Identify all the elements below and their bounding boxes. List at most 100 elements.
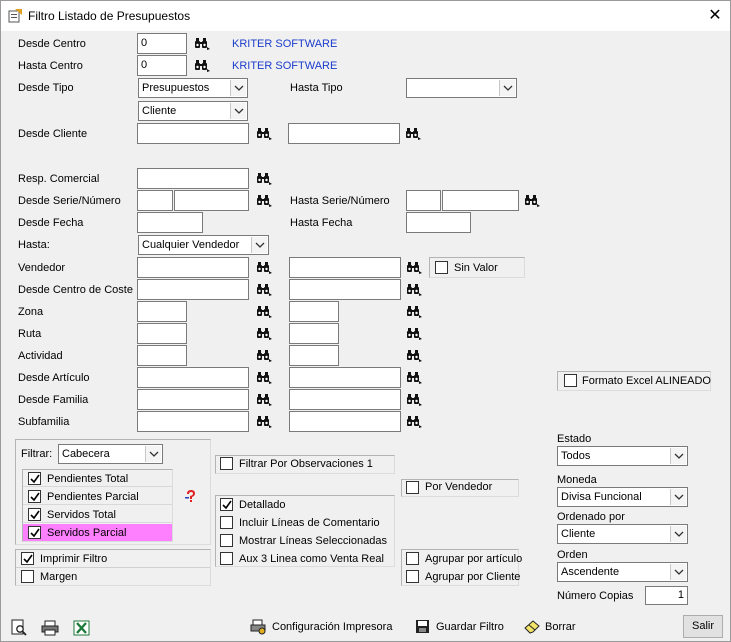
search-desde-subfamilia-icon[interactable] [256, 416, 272, 428]
pendientes-total-checkbox[interactable] [28, 472, 41, 485]
moneda-select[interactable]: Divisa Funcional [557, 487, 688, 507]
desde-fecha-input[interactable] [137, 212, 203, 233]
printer-icon[interactable] [41, 620, 59, 636]
search-desde-vendedor-icon[interactable] [256, 262, 272, 274]
hasta-tipo-label: Hasta Tipo [290, 82, 343, 94]
desde-cliente-input[interactable] [137, 123, 249, 144]
hasta-numero-input[interactable] [442, 190, 519, 211]
hasta-actividad-input[interactable] [289, 345, 339, 366]
guardar-filtro-button[interactable]: Guardar Filtro [436, 621, 504, 633]
desde-centro-input[interactable]: 0 [137, 33, 187, 54]
hasta-subfamilia-input[interactable] [289, 411, 401, 432]
search-hasta-cliente-icon[interactable] [405, 128, 421, 140]
detallado-label: Detallado [239, 499, 286, 511]
hasta-centro-coste-input[interactable] [289, 279, 401, 300]
search-hasta-subfamilia-icon[interactable] [406, 416, 422, 428]
resp-comercial-input[interactable] [137, 168, 249, 189]
eraser-icon [524, 620, 540, 634]
configuracion-impresora-button[interactable]: Configuración Impresora [272, 621, 392, 633]
search-hasta-serie-icon[interactable] [524, 195, 540, 207]
search-desde-actividad-icon[interactable] [256, 350, 272, 362]
desde-serie-label: Desde Serie/Número [18, 195, 121, 207]
search-hasta-articulo-icon[interactable] [406, 372, 422, 384]
seleccionadas-checkbox[interactable] [220, 534, 233, 547]
filtrar-label: Filtrar: [21, 448, 53, 460]
search-hasta-ruta-icon[interactable] [406, 328, 422, 340]
observaciones-checkbox[interactable] [220, 457, 233, 470]
search-desde-familia-icon[interactable] [256, 394, 272, 406]
desde-tipo-secondary-select[interactable]: Cliente [138, 101, 248, 121]
search-desde-zona-icon[interactable] [256, 306, 272, 318]
desde-serie-input[interactable] [137, 190, 173, 211]
hasta-articulo-input[interactable] [289, 367, 401, 388]
observaciones-label: Filtrar Por Observaciones 1 [239, 458, 373, 470]
comentario-checkbox[interactable] [220, 516, 233, 529]
hasta-centro-input[interactable]: 0 [137, 55, 187, 76]
sin-valor-checkbox[interactable] [435, 261, 448, 274]
search-hasta-vendedor-icon[interactable] [406, 262, 422, 274]
search-resp-comercial-icon[interactable] [256, 173, 272, 185]
help-icon[interactable] [184, 489, 198, 503]
desde-vendedor-input[interactable] [137, 257, 249, 278]
articulo-label: Desde Artículo [18, 372, 90, 384]
hasta-ruta-input[interactable] [289, 323, 339, 344]
search-desde-centro-icon[interactable] [194, 38, 210, 50]
orden-select[interactable]: Ascendente [557, 562, 688, 582]
desde-familia-input[interactable] [137, 389, 249, 410]
desde-articulo-input[interactable] [137, 367, 249, 388]
hasta-vendedor-select[interactable]: Cualquier Vendedor [138, 235, 269, 255]
search-hasta-centro-icon[interactable] [194, 60, 210, 72]
desde-tipo-secondary-value: Cliente [142, 105, 177, 117]
hasta-serie-input[interactable] [406, 190, 441, 211]
estado-select[interactable]: Todos [557, 446, 688, 466]
detallado-checkbox[interactable] [220, 498, 233, 511]
por-vendedor-checkbox[interactable] [406, 481, 419, 494]
excel-icon[interactable] [73, 620, 90, 636]
desde-ruta-input[interactable] [137, 323, 187, 344]
search-hasta-actividad-icon[interactable] [406, 350, 422, 362]
filtrar-select[interactable]: Cabecera [58, 444, 163, 464]
borrar-button[interactable]: Borrar [545, 621, 576, 633]
servidos-parcial-checkbox[interactable] [28, 526, 41, 539]
formato-excel-checkbox[interactable] [564, 374, 577, 387]
close-button[interactable]: ✕ [701, 4, 729, 28]
hasta-familia-input[interactable] [289, 389, 401, 410]
search-desde-cliente-icon[interactable] [256, 128, 272, 140]
pendientes-parcial-checkbox[interactable] [28, 490, 41, 503]
hasta-zona-input[interactable] [289, 301, 339, 322]
desde-centro-coste-input[interactable] [137, 279, 249, 300]
search-desde-ruta-icon[interactable] [256, 328, 272, 340]
salir-button[interactable]: Salir [683, 615, 723, 638]
desde-actividad-input[interactable] [137, 345, 187, 366]
agrupar-cliente-checkbox[interactable] [406, 570, 419, 583]
desde-zona-input[interactable] [137, 301, 187, 322]
search-desde-serie-icon[interactable] [256, 195, 272, 207]
desde-numero-input[interactable] [174, 190, 249, 211]
aux3-checkbox[interactable] [220, 552, 233, 565]
servidos-total-checkbox[interactable] [28, 508, 41, 521]
hasta-serie-label: Hasta Serie/Número [290, 195, 390, 207]
ordenado-por-select[interactable]: Cliente [557, 524, 688, 544]
hasta-fecha-input[interactable] [406, 212, 471, 233]
chevron-down-icon [251, 237, 267, 253]
hasta-tipo-select[interactable] [406, 78, 517, 98]
search-hasta-zona-icon[interactable] [406, 306, 422, 318]
imprimir-filtro-label: Imprimir Filtro [40, 553, 108, 565]
desde-tipo-select[interactable]: Presupuestos [138, 78, 248, 98]
search-desde-articulo-icon[interactable] [256, 372, 272, 384]
copias-input[interactable]: 1 [645, 586, 688, 605]
hasta-cliente-input[interactable] [288, 123, 400, 144]
search-hasta-centro-coste-icon[interactable] [406, 284, 422, 296]
hasta-centro-company: KRITER SOFTWARE [232, 60, 338, 72]
save-icon [416, 620, 429, 633]
margen-checkbox[interactable] [21, 570, 34, 583]
search-hasta-familia-icon[interactable] [406, 394, 422, 406]
desde-subfamilia-input[interactable] [137, 411, 249, 432]
hasta-vendedor-input[interactable] [289, 257, 401, 278]
printer-config-icon [250, 619, 266, 635]
chevron-down-icon [670, 564, 686, 580]
search-desde-centro-coste-icon[interactable] [256, 284, 272, 296]
agrupar-articulo-checkbox[interactable] [406, 552, 419, 565]
preview-icon[interactable] [11, 619, 28, 636]
imprimir-filtro-checkbox[interactable] [21, 552, 34, 565]
